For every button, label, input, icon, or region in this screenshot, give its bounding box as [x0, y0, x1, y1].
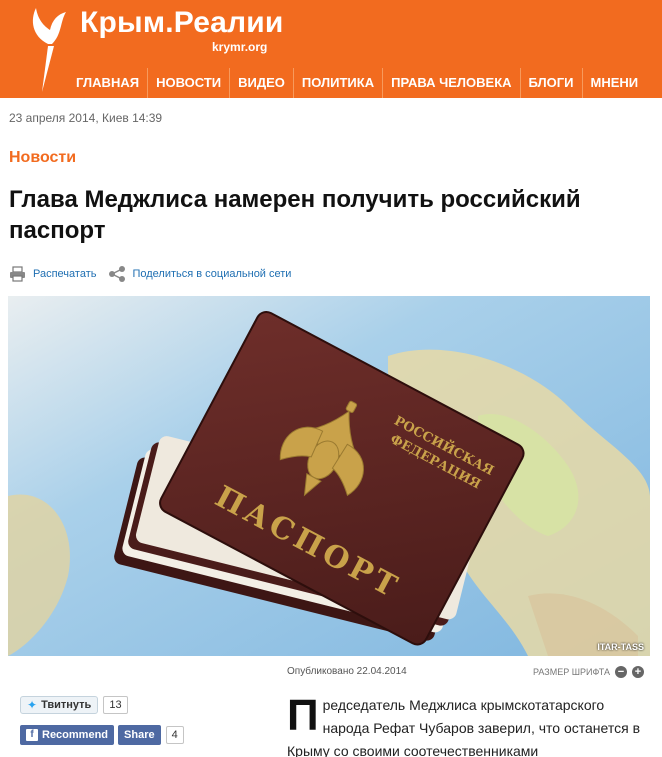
site-domain: krymr.org [212, 40, 268, 54]
fb-share-button[interactable]: Share [118, 725, 161, 745]
article-dateline: 23 апреля 2014, Киев 14:39 [9, 111, 163, 125]
photo-credit: ITAR-TASS [597, 642, 644, 652]
site-title[interactable]: Крым.Реалии [80, 6, 284, 40]
nav-item-home[interactable]: ГЛАВНАЯ [68, 68, 147, 98]
nav-item-politics[interactable]: ПОЛИТИКА [292, 68, 382, 98]
share-button[interactable]: Поделиться в социальной сети [108, 266, 291, 282]
nav-item-human-rights[interactable]: ПРАВА ЧЕЛОВЕКА [382, 68, 519, 98]
nav-item-opinions[interactable]: МНЕНИ [581, 68, 647, 98]
facebook-widget: f Recommend Share 4 [20, 725, 184, 745]
article-photo: РОССИЙСКАЯ ФЕДЕРАЦИЯ ПАСПОРТ ITAR-TASS [8, 296, 650, 656]
tweet-label: Твитнуть [41, 699, 92, 711]
site-header: Крым.Реалии krymr.org ГЛАВНАЯ НОВОСТИ ВИ… [0, 0, 662, 98]
lead-dropcap: П [287, 691, 319, 740]
passport-illustration: РОССИЙСКАЯ ФЕДЕРАЦИЯ ПАСПОРТ [8, 296, 650, 656]
nav-item-video[interactable]: ВИДЕО [229, 68, 293, 98]
fb-count: 4 [165, 726, 184, 744]
article-headline: Глава Меджлиса намерен получить российск… [9, 186, 581, 244]
font-size-control: РАЗМЕР ШРИФТА − + [533, 666, 644, 678]
torch-logo-icon[interactable] [22, 6, 68, 92]
font-size-label: РАЗМЕР ШРИФТА [532, 667, 610, 677]
print-button[interactable]: Распечатать [9, 266, 96, 282]
font-decrease-button[interactable]: − [615, 666, 627, 678]
section-link[interactable]: Новости [9, 149, 76, 167]
article-tools: Распечатать Поделиться в социальной сети [9, 264, 303, 284]
published-date: Опубликовано 22.04.2014 [287, 666, 407, 677]
facebook-icon: f [26, 729, 38, 741]
share-icon [109, 266, 126, 282]
printer-icon [10, 266, 25, 282]
fb-recommend-button[interactable]: f Recommend [20, 725, 115, 745]
tweet-count: 13 [103, 696, 128, 714]
font-increase-button[interactable]: + [632, 666, 644, 678]
nav-item-blogs[interactable]: БЛОГИ [519, 68, 582, 98]
fb-recommend-label: Recommend [42, 729, 109, 741]
nav-item-news[interactable]: НОВОСТИ [147, 68, 229, 98]
twitter-bird-icon: ✦ [27, 698, 38, 712]
article-lead: Председатель Меджлиса крымскотатарского … [287, 694, 653, 757]
tweet-button[interactable]: ✦ Твитнуть [20, 696, 99, 714]
print-label: Распечатать [33, 268, 97, 280]
tweet-widget: ✦ Твитнуть 13 [20, 696, 128, 714]
main-nav: ГЛАВНАЯ НОВОСТИ ВИДЕО ПОЛИТИКА ПРАВА ЧЕЛ… [68, 68, 646, 98]
lead-text: редседатель Меджлиса крымскотатарского н… [287, 697, 641, 757]
share-label: Поделиться в социальной сети [132, 268, 292, 280]
